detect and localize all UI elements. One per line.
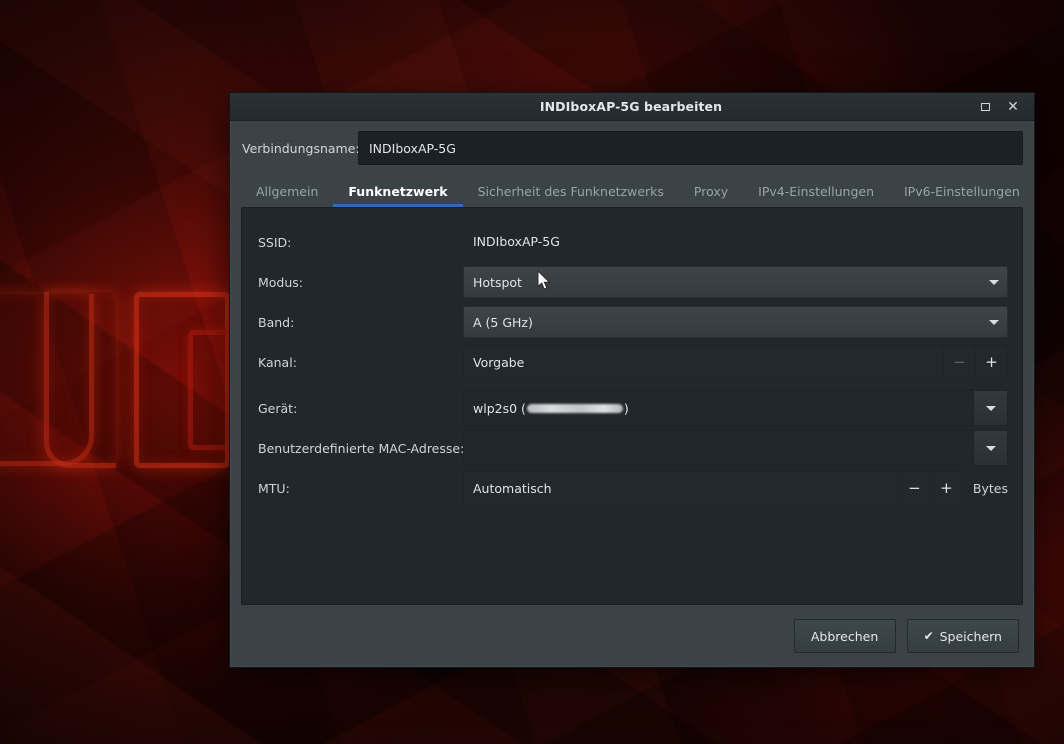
field-row-modus: Modus: Hotspot (258, 262, 1008, 302)
mtu-label: MTU: (258, 481, 463, 496)
mtu-value[interactable]: Automatisch (464, 472, 898, 504)
title-bar[interactable]: INDIboxAP-5G bearbeiten ✕ (230, 93, 1034, 121)
band-combobox[interactable]: A (5 GHz) (463, 306, 1008, 338)
band-label: Band: (258, 315, 463, 330)
field-row-mtu: MTU: Automatisch − + Bytes (258, 468, 1008, 508)
field-row-geraet: Gerät: wlp2s0 () (258, 388, 1008, 428)
chevron-down-icon (989, 320, 999, 325)
mac-combobox[interactable] (463, 430, 1008, 466)
chevron-down-icon (986, 406, 996, 411)
modus-value: Hotspot (473, 275, 989, 290)
connection-name-row: Verbindungsname: (230, 121, 1034, 175)
kanal-increment-button[interactable]: + (975, 346, 1007, 378)
window-title: INDIboxAP-5G bearbeiten (290, 99, 972, 114)
mtu-decrement-button[interactable]: − (898, 472, 930, 504)
save-button-label: Speichern (940, 629, 1002, 644)
check-icon: ✔ (924, 629, 934, 643)
mac-value[interactable] (464, 431, 973, 465)
tab-proxy[interactable]: Proxy (679, 177, 743, 207)
tab-sicherheit-des-funknetzwerks[interactable]: Sicherheit des Funknetzwerks (463, 177, 679, 207)
modus-combobox[interactable]: Hotspot (463, 266, 1008, 298)
field-row-ssid: SSID: (258, 222, 1008, 262)
funknetzwerk-panel: SSID: Modus: Hotspot Band: (241, 207, 1023, 605)
geraet-combobox[interactable]: wlp2s0 () (463, 390, 1008, 426)
mtu-increment-button[interactable]: + (930, 472, 962, 504)
dialog-footer: Abbrechen ✔ Speichern (230, 605, 1034, 667)
connection-name-input[interactable] (358, 131, 1023, 165)
desktop: INDIboxAP-5G bearbeiten ✕ Verbindungsnam… (0, 0, 1064, 744)
tab-ipv4-einstellungen[interactable]: IPv4-Einstellungen (743, 177, 889, 207)
maximize-icon[interactable] (972, 93, 998, 121)
kanal-spinner: Vorgabe − + (463, 345, 1008, 379)
cancel-button[interactable]: Abbrechen (794, 619, 896, 653)
geraet-value-redacted (527, 404, 623, 413)
mtu-unit-label: Bytes (973, 481, 1008, 496)
geraet-dropdown-button[interactable] (973, 391, 1007, 425)
tab-funknetzwerk[interactable]: Funknetzwerk (333, 177, 462, 207)
ssid-input[interactable] (463, 226, 1008, 258)
tab-bar: Allgemein Funknetzwerk Sicherheit des Fu… (230, 175, 1034, 207)
chevron-down-icon (986, 446, 996, 451)
geraet-value-prefix: wlp2s0 ( (473, 401, 526, 416)
mac-label: Benutzerdefinierte MAC-Adresse: (258, 441, 463, 456)
chevron-down-icon (989, 280, 999, 285)
ssid-label: SSID: (258, 235, 463, 250)
mac-dropdown-button[interactable] (973, 431, 1007, 465)
tab-ipv6-einstellungen[interactable]: IPv6-Einstellungen (889, 177, 1035, 207)
field-row-kanal: Kanal: Vorgabe − + (258, 342, 1008, 382)
geraet-value[interactable]: wlp2s0 () (464, 391, 973, 425)
band-value: A (5 GHz) (473, 315, 989, 330)
kanal-label: Kanal: (258, 355, 463, 370)
tab-allgemein[interactable]: Allgemein (241, 177, 333, 207)
maximize-glyph (981, 103, 990, 111)
geraet-label: Gerät: (258, 401, 463, 416)
kanal-decrement-button[interactable]: − (943, 346, 975, 378)
mtu-spinner: Automatisch − + (463, 471, 963, 505)
close-icon[interactable]: ✕ (1000, 93, 1026, 121)
connection-editor-dialog: INDIboxAP-5G bearbeiten ✕ Verbindungsnam… (229, 92, 1035, 668)
field-row-mac: Benutzerdefinierte MAC-Adresse: (258, 428, 1008, 468)
field-row-band: Band: A (5 GHz) (258, 302, 1008, 342)
kanal-value[interactable]: Vorgabe (464, 346, 943, 378)
modus-label: Modus: (258, 275, 463, 290)
connection-name-label: Verbindungsname: (242, 141, 358, 156)
save-button[interactable]: ✔ Speichern (907, 619, 1019, 653)
geraet-value-suffix: ) (624, 401, 629, 416)
